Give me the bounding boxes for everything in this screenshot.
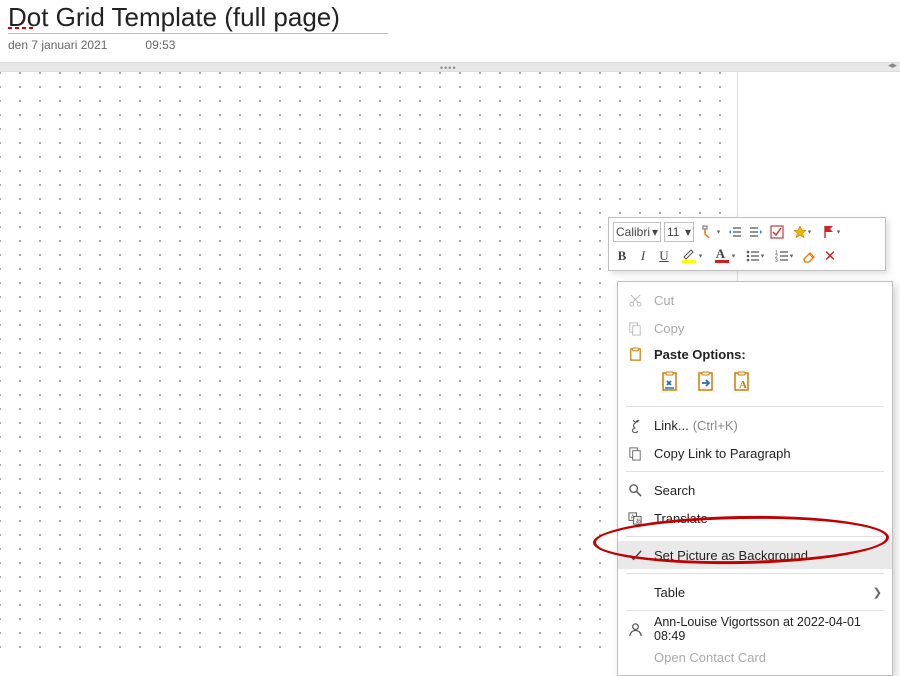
paste-merge-button[interactable] (692, 368, 722, 396)
chevron-down-icon: ▾ (685, 225, 691, 239)
ruler-bar[interactable]: •••• ◂▸ (0, 62, 900, 72)
page-title[interactable]: Dot Grid Template (full page) (8, 2, 340, 33)
ctx-copy-link-paragraph[interactable]: Copy Link to Paragraph (618, 439, 892, 467)
font-name-value: Calibri (616, 225, 650, 239)
ctx-author-label: Ann-Louise Vigortsson at 2022-04-01 08:4… (654, 615, 880, 643)
ctx-table-label: Table (654, 585, 880, 600)
svg-text:あ: あ (635, 518, 641, 525)
font-size-value: 11 (667, 225, 679, 239)
chevron-down-icon: ▾ (761, 252, 765, 260)
ctx-copy: Copy (618, 314, 892, 342)
italic-button[interactable]: I (634, 246, 652, 266)
outdent-button[interactable] (726, 222, 744, 242)
page-header: Dot Grid Template (full page) den 7 janu… (0, 0, 900, 54)
ctx-cut: Cut (618, 286, 892, 314)
chevron-down-icon: ▾ (732, 252, 736, 260)
separator (626, 471, 884, 472)
highlighter-icon (680, 247, 698, 265)
separator (626, 610, 884, 611)
check-icon (626, 546, 644, 564)
star-icon (793, 225, 807, 239)
highlight-color-button[interactable]: ▾ (676, 246, 706, 266)
format-painter-button[interactable]: ▾ (697, 222, 723, 242)
eraser-button[interactable] (800, 246, 818, 266)
font-name-combo[interactable]: Calibri ▾ (613, 222, 661, 242)
mini-toolbar-row-1: Calibri ▾ 11 ▾ ▾ ▾ ▾ (613, 220, 881, 244)
ctx-open-contact-card-label: Open Contact Card (654, 650, 880, 665)
bullets-button[interactable]: ▾ (742, 246, 768, 266)
ruler-arrows-icon[interactable]: ◂▸ (888, 60, 897, 71)
ctx-paste-options-row: A (618, 366, 892, 402)
ctx-link-hint: (Ctrl+K) (693, 418, 738, 433)
ctx-cut-label: Cut (654, 293, 880, 308)
indent-button[interactable] (747, 222, 765, 242)
ctx-copy-link-paragraph-label: Copy Link to Paragraph (654, 446, 880, 461)
page-date[interactable]: den 7 januari 2021 (8, 38, 107, 52)
svg-text:A: A (630, 514, 634, 520)
paste-keep-source-button[interactable] (656, 368, 686, 396)
ctx-search-label: Search (654, 483, 880, 498)
clipboard-icon (626, 345, 644, 363)
separator (626, 406, 884, 407)
page-time[interactable]: 09:53 (145, 38, 175, 52)
chevron-down-icon: ▾ (717, 228, 721, 236)
underline-button[interactable]: U (655, 246, 673, 266)
search-icon (626, 481, 644, 499)
scissors-icon (626, 291, 644, 309)
ctx-translate[interactable]: Aあ Translate (618, 504, 892, 532)
ctx-paste-options-label: Paste Options: (654, 347, 880, 362)
link-icon (626, 416, 644, 434)
svg-text:A: A (739, 379, 747, 391)
paste-text-only-button[interactable]: A (728, 368, 758, 396)
mini-toolbar-row-2: B I U ▾ A ▾ ▾ 123 ▾ ✕ (613, 244, 881, 268)
bold-button[interactable]: B (613, 246, 631, 266)
translate-icon: Aあ (626, 509, 644, 527)
separator (626, 536, 884, 537)
chevron-down-icon: ▾ (837, 228, 841, 236)
title-underline (8, 33, 388, 34)
tags-button[interactable]: ▾ (789, 222, 815, 242)
person-icon (626, 620, 644, 638)
delete-button[interactable]: ✕ (821, 246, 839, 266)
followup-flag-button[interactable]: ▾ (818, 222, 844, 242)
copy-link-icon (626, 444, 644, 462)
chevron-down-icon: ▾ (790, 252, 794, 260)
flag-icon (822, 225, 836, 239)
chevron-down-icon: ▾ (699, 252, 703, 260)
copy-icon (626, 319, 644, 337)
font-size-combo[interactable]: 11 ▾ (664, 222, 694, 242)
ctx-table[interactable]: Table ❯ (618, 578, 892, 606)
chevron-right-icon: ❯ (873, 586, 882, 599)
blank-icon (626, 583, 644, 601)
ctx-link-label: Link...(Ctrl+K) (654, 418, 880, 433)
spellcheck-squiggle (8, 27, 36, 29)
ctx-paste-options-header: Paste Options: (618, 342, 892, 366)
font-color-icon: A (713, 247, 731, 265)
ctx-translate-label: Translate (654, 511, 880, 526)
todo-tag-button[interactable] (768, 222, 786, 242)
ctx-copy-label: Copy (654, 321, 880, 336)
ctx-link[interactable]: Link...(Ctrl+K) (618, 411, 892, 439)
chevron-down-icon: ▾ (652, 225, 658, 239)
numbering-button[interactable]: 123 ▾ (771, 246, 797, 266)
chevron-down-icon: ▾ (808, 228, 812, 236)
font-color-button[interactable]: A ▾ (709, 246, 739, 266)
ctx-open-contact-card: Open Contact Card (618, 643, 892, 671)
ctx-author-info[interactable]: Ann-Louise Vigortsson at 2022-04-01 08:4… (618, 615, 892, 643)
ctx-search[interactable]: Search (618, 476, 892, 504)
ctx-set-picture-background-label: Set Picture as Background (654, 548, 880, 563)
page-meta: den 7 januari 2021 09:53 (8, 38, 892, 52)
ctx-set-picture-background[interactable]: Set Picture as Background (618, 541, 892, 569)
separator (626, 573, 884, 574)
context-menu: Cut Copy Paste Options: A Link...(Ctrl+K… (617, 281, 893, 676)
mini-toolbar: Calibri ▾ 11 ▾ ▾ ▾ ▾ (608, 217, 886, 271)
page-title-text: Dot Grid Template (full page) (8, 2, 340, 32)
svg-text:3: 3 (775, 258, 778, 263)
